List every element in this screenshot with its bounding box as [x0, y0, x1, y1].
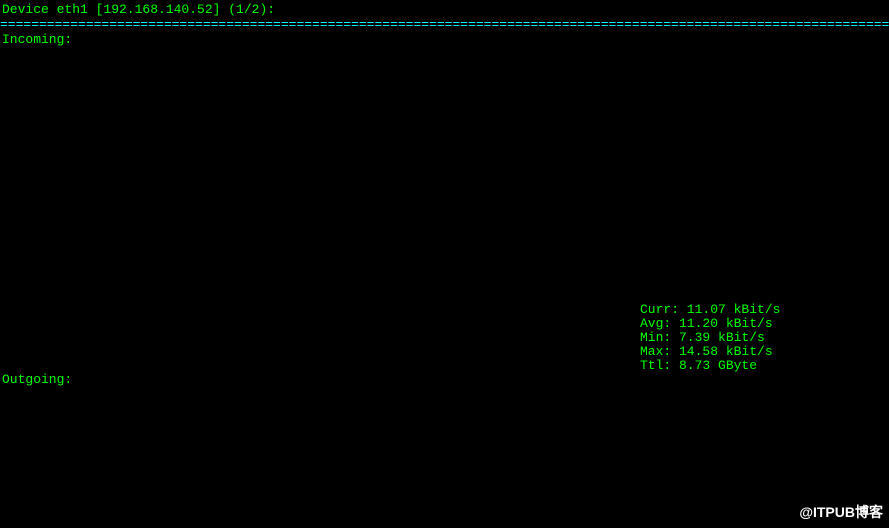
terminal-output: Device eth1 [192.168.140.52] (1/2): ====… [0, 0, 889, 49]
stat-curr: Curr: 11.07 kBit/s [640, 303, 780, 317]
incoming-label: Incoming: [0, 32, 889, 47]
incoming-stats: Curr: 11.07 kBit/s Avg: 11.20 kBit/s Min… [640, 303, 780, 373]
outgoing-label: Outgoing: [2, 372, 72, 387]
stat-avg: Avg: 11.20 kBit/s [640, 317, 780, 331]
device-header: Device eth1 [192.168.140.52] (1/2): [0, 2, 889, 17]
stat-max: Max: 14.58 kBit/s [640, 345, 780, 359]
stat-min: Min: 7.39 kBit/s [640, 331, 780, 345]
stat-ttl: Ttl: 8.73 GByte [640, 359, 780, 373]
watermark: @ITPUB博客 [799, 502, 883, 522]
divider: ========================================… [0, 17, 889, 32]
